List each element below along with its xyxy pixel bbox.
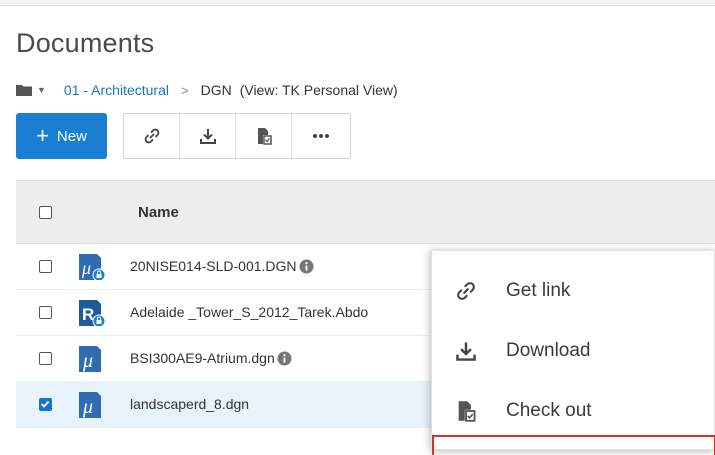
page-title: Documents bbox=[16, 28, 155, 58]
grid-header: Name bbox=[16, 180, 715, 244]
file-name-text: Adelaide _Tower_S_2012_Tarek.Abdo bbox=[130, 304, 369, 320]
menu-item-check-out[interactable]: Check out bbox=[432, 381, 715, 441]
column-header-name[interactable]: Name bbox=[138, 204, 179, 221]
check-out-icon bbox=[257, 128, 272, 145]
menu-item-label: Check out bbox=[506, 400, 592, 421]
get-link-button[interactable] bbox=[124, 114, 180, 158]
menu-item-get-link[interactable]: Get link bbox=[432, 261, 715, 321]
download-icon bbox=[456, 342, 476, 361]
file-name[interactable]: BSI300AE9-Atrium.dgn bbox=[130, 350, 292, 366]
top-bar-edge bbox=[0, 0, 715, 6]
menu-item-download[interactable]: Download bbox=[432, 321, 715, 381]
file-name[interactable]: Adelaide _Tower_S_2012_Tarek.Abdo bbox=[130, 304, 368, 320]
file-name-text: 20NISE014-SLD-001.DGN bbox=[130, 258, 297, 274]
new-button[interactable]: + New bbox=[16, 113, 107, 159]
breadcrumb-current: DGN bbox=[200, 82, 232, 98]
row-checkbox[interactable] bbox=[39, 306, 52, 319]
file-name-text: landscaperd_8.dgn bbox=[130, 396, 250, 412]
highlighted-menu-item-outline bbox=[432, 435, 715, 455]
microstation-file-icon: μ bbox=[79, 346, 101, 372]
info-icon[interactable] bbox=[277, 351, 292, 366]
toolbar-action-group bbox=[123, 113, 351, 159]
breadcrumb-separator: > bbox=[180, 82, 189, 98]
menu-item-label: Download bbox=[506, 340, 591, 361]
context-menu: Get link Download Check out bbox=[431, 250, 715, 455]
revit-locked-file-icon: R bbox=[79, 300, 105, 326]
breadcrumb-view-label: (View: TK Personal View) bbox=[239, 82, 398, 98]
breadcrumb-link-folder[interactable]: 01 - Architectural bbox=[64, 82, 169, 98]
more-icon bbox=[313, 134, 329, 138]
folder-dropdown[interactable]: ▼ bbox=[16, 84, 46, 96]
file-name[interactable]: landscaperd_8.dgn bbox=[130, 396, 249, 412]
check-out-button[interactable] bbox=[236, 114, 292, 158]
svg-text:μ: μ bbox=[82, 350, 93, 372]
check-out-icon bbox=[458, 401, 476, 422]
menu-item-label: Get link bbox=[506, 280, 571, 301]
link-icon bbox=[144, 128, 159, 144]
row-checkbox[interactable] bbox=[39, 398, 52, 411]
more-button[interactable] bbox=[292, 114, 350, 158]
row-checkbox[interactable] bbox=[39, 352, 52, 365]
svg-text:μ: μ bbox=[82, 396, 93, 418]
svg-text:R: R bbox=[82, 305, 94, 324]
svg-text:μ: μ bbox=[81, 258, 91, 278]
chevron-down-icon: ▼ bbox=[37, 85, 46, 95]
toolbar: + New bbox=[16, 113, 351, 159]
file-name[interactable]: 20NISE014-SLD-001.DGN bbox=[130, 258, 314, 274]
checkmark-icon bbox=[40, 400, 50, 408]
link-icon bbox=[457, 282, 475, 300]
download-button[interactable] bbox=[180, 114, 236, 158]
new-button-label: New bbox=[56, 127, 87, 145]
select-all-checkbox[interactable] bbox=[39, 206, 52, 219]
microstation-file-icon: μ bbox=[79, 392, 101, 418]
folder-icon bbox=[16, 85, 32, 96]
download-icon bbox=[199, 129, 216, 144]
file-name-text: BSI300AE9-Atrium.dgn bbox=[130, 350, 275, 366]
info-icon[interactable] bbox=[299, 259, 314, 274]
microstation-locked-file-icon: μ bbox=[79, 254, 105, 280]
breadcrumb: ▼ 01 - Architectural > DGN (View: TK Per… bbox=[16, 80, 398, 100]
row-checkbox[interactable] bbox=[39, 260, 52, 273]
plus-icon: + bbox=[36, 123, 49, 148]
